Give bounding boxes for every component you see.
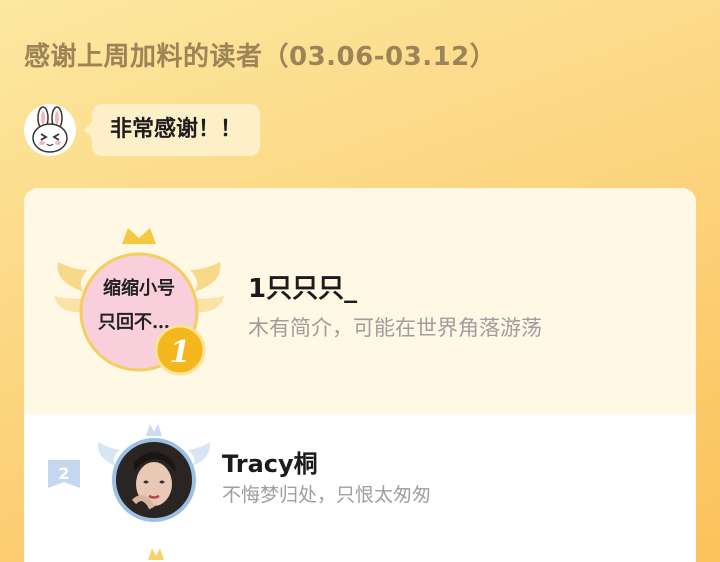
rank2-nickname[interactable]: Tracy桐 bbox=[222, 444, 318, 479]
rank2-bio: 不悔梦归处，只恨太匆匆 bbox=[222, 484, 432, 506]
author-avatar[interactable] bbox=[24, 104, 76, 156]
thanks-message-text: 非常感谢！！ bbox=[110, 117, 243, 142]
rank1-bio: 木有简介，可能在世界角落游荡 bbox=[248, 316, 542, 340]
crown-icon bbox=[148, 548, 164, 560]
ranking-item-3-partial bbox=[148, 548, 164, 560]
medal-icon: 1 bbox=[154, 324, 206, 376]
avatar-text-1: 缩缩小号 bbox=[103, 277, 175, 299]
rank1-nickname[interactable]: 1只只只_ bbox=[248, 268, 357, 305]
crown-icon bbox=[122, 228, 156, 244]
crown-icon bbox=[146, 424, 162, 436]
ranking-card: 缩缩小号 只回不… 1 1只只只_ 木有简介，可能在世界角落游荡 2 Tracy… bbox=[24, 188, 696, 562]
rank1-avatar-badge: 缩缩小号 只回不… 1 bbox=[54, 228, 224, 376]
avatar-text-2: 只回不… bbox=[98, 312, 170, 333]
thanks-message-bubble: 非常感谢！！ bbox=[83, 104, 261, 156]
rank2-avatar bbox=[97, 424, 211, 522]
page-title: 感谢上周加料的读者（03.06-03.12） bbox=[24, 42, 497, 72]
rank2-number-badge: 2 bbox=[48, 460, 80, 488]
rank1-number: 1 bbox=[170, 335, 191, 370]
bunny-avatar-icon bbox=[32, 106, 68, 153]
rank2-number: 2 bbox=[58, 464, 69, 483]
